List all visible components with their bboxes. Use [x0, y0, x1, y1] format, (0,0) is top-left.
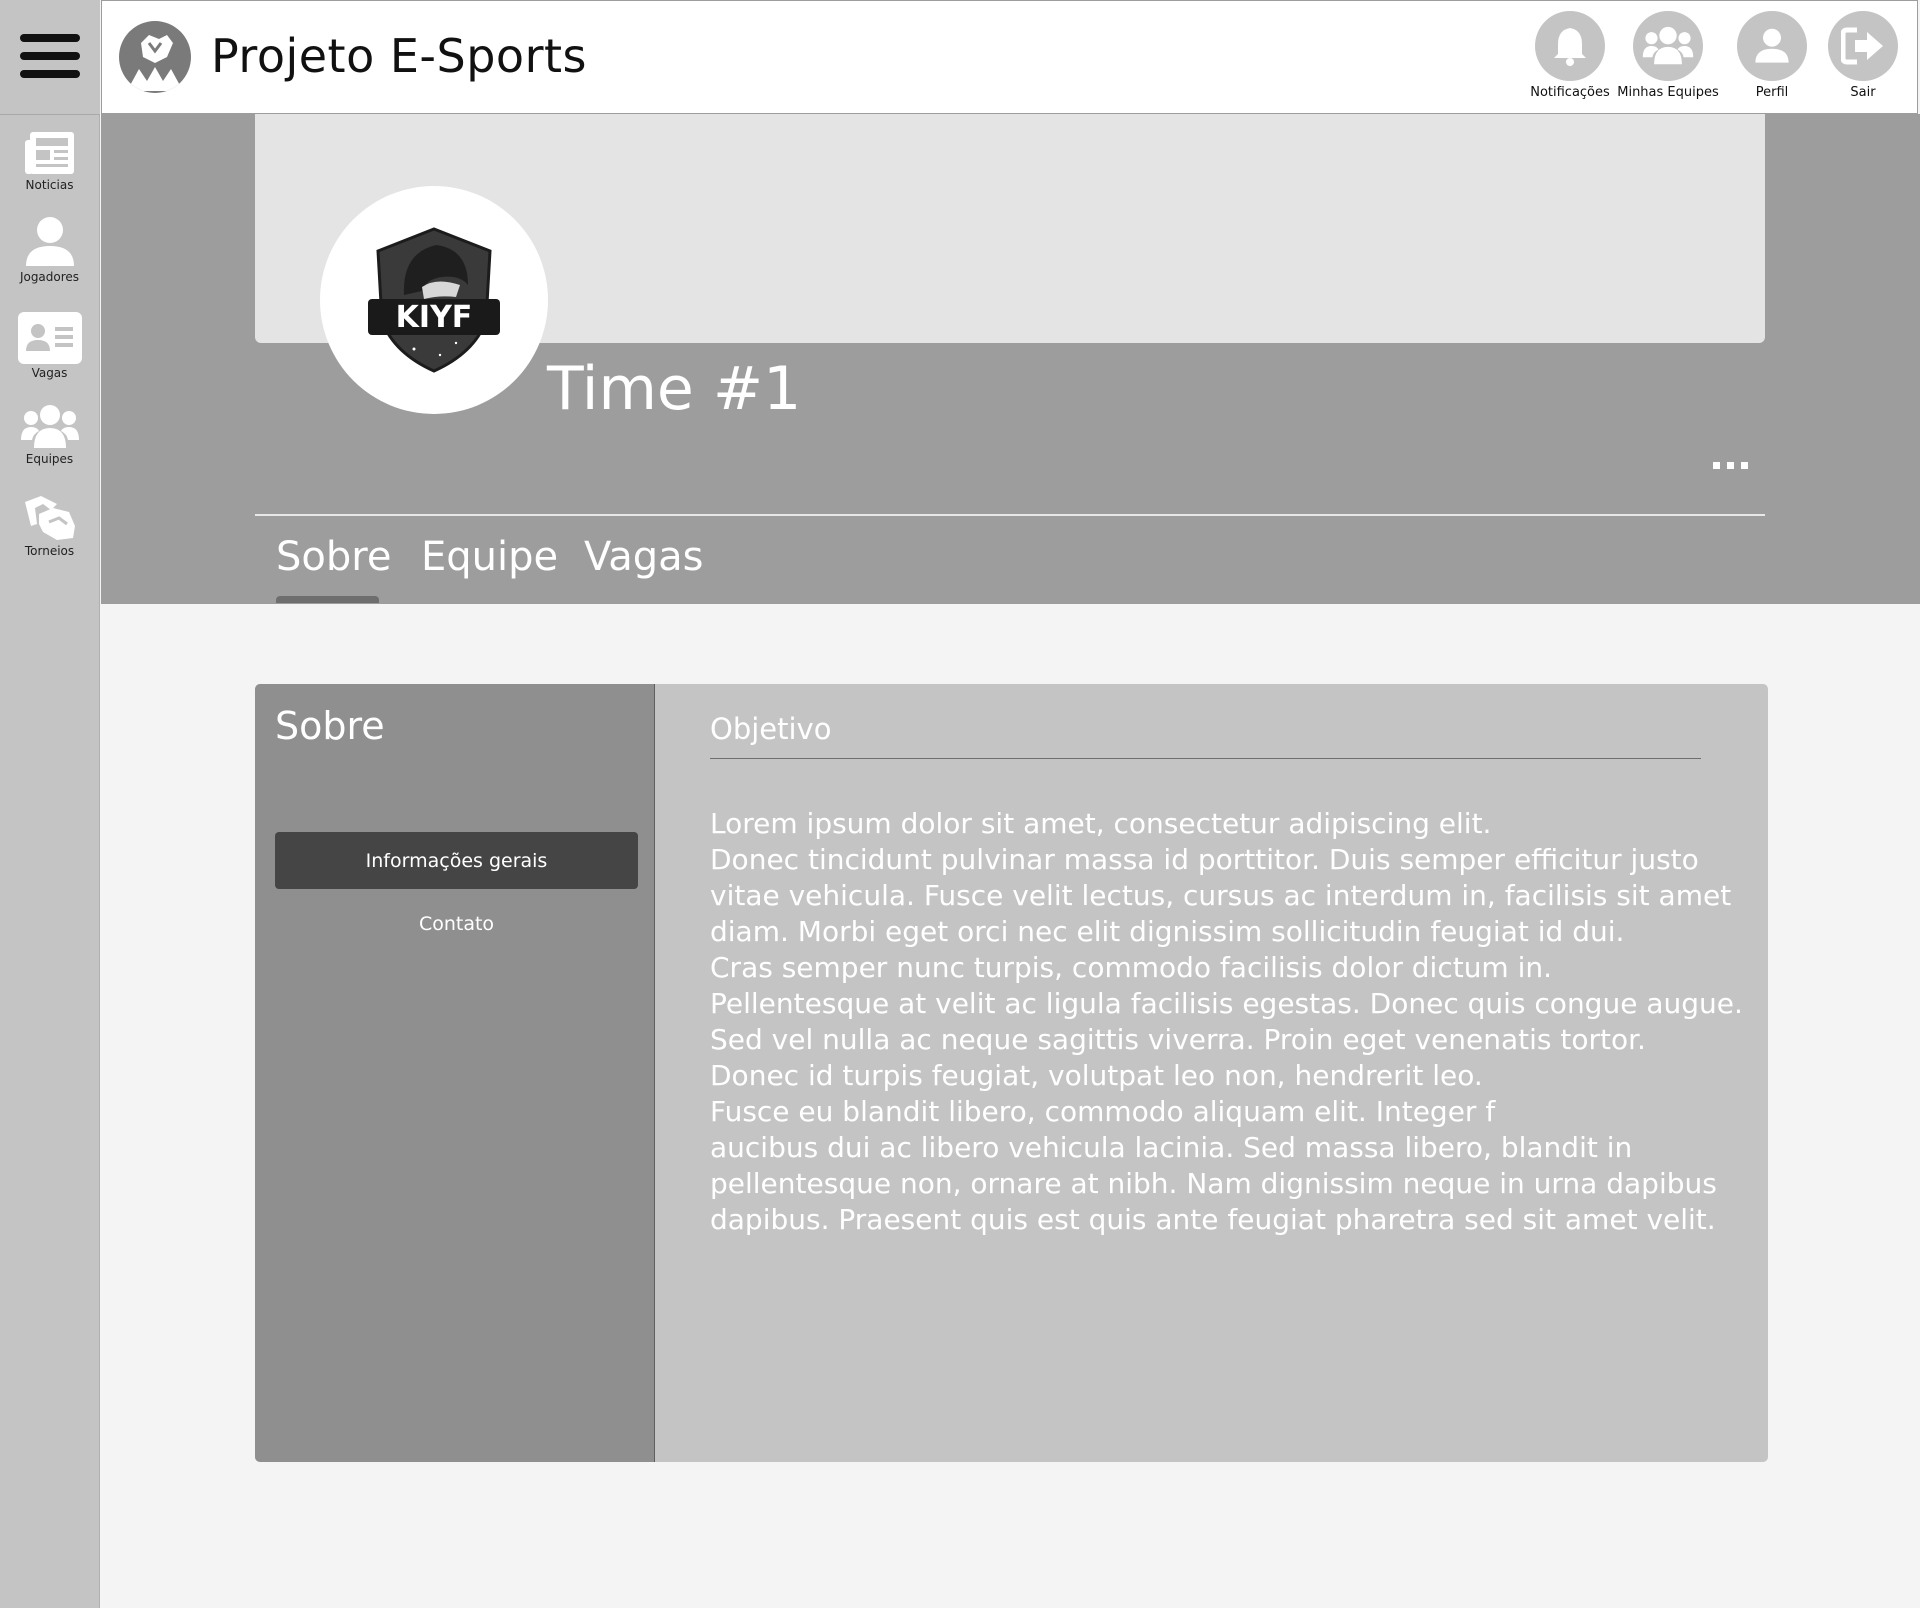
- notifications-label: Notificações: [1530, 85, 1610, 100]
- text-line: Donec tincidunt pulvinar massa id portti…: [710, 843, 1699, 876]
- text-line: Sed vel nulla ac neque sagittis viverra.…: [710, 1023, 1646, 1056]
- users-icon: [20, 405, 79, 448]
- my-teams-button[interactable]: Minhas Equipes: [1613, 11, 1723, 100]
- bell-icon: [1554, 28, 1586, 66]
- text-line: Lorem ipsum dolor sit amet, consectetur …: [710, 807, 1492, 840]
- profile-button[interactable]: Perfil: [1720, 11, 1824, 100]
- app-title: Projeto E-Sports: [211, 29, 587, 83]
- sidebar: Noticias Jogadores Vagas Equipes Torneio…: [0, 0, 100, 1608]
- tabs-divider: [255, 514, 1765, 516]
- team-logo-text: KIYF: [396, 300, 473, 335]
- text-line: Pellentesque at velit ac ligula facilisi…: [710, 987, 1743, 1020]
- tab-vagas[interactable]: Vagas: [584, 534, 704, 580]
- menu-toggle-area: [0, 0, 100, 115]
- sidebar-label-equipes: Equipes: [25, 452, 74, 466]
- sidebar-item-noticias[interactable]: Noticias: [0, 130, 99, 192]
- about-menu-panel: Sobre Informações gerais Contato: [255, 684, 655, 1462]
- sidebar-item-vagas[interactable]: Vagas: [0, 312, 99, 380]
- sidebar-item-vagas-highlight: [17, 312, 82, 364]
- team-avatar[interactable]: KIYF: [320, 186, 548, 414]
- id-card-icon: [25, 324, 73, 351]
- tab-sobre[interactable]: Sobre: [276, 534, 391, 580]
- tab-equipe[interactable]: Equipe: [421, 534, 558, 580]
- sidebar-label-torneios: Torneios: [24, 544, 75, 558]
- app-logo-icon[interactable]: [119, 21, 191, 93]
- sign-out-icon: [1841, 27, 1883, 65]
- text-line: diam. Morbi eget orci nec elit dignissim…: [710, 915, 1625, 948]
- arm-wrestling-logo-icon: [127, 35, 183, 91]
- menu-item-contato[interactable]: Contato: [275, 902, 638, 946]
- sidebar-item-torneios[interactable]: Torneios: [0, 494, 99, 558]
- newspaper-icon: [24, 132, 74, 174]
- text-line: pellentesque non, ornare at nibh. Nam di…: [710, 1167, 1717, 1200]
- team-logo-icon: KIYF: [368, 227, 500, 373]
- text-line: Cras semper nunc turpis, commodo facilis…: [710, 951, 1553, 984]
- user-icon: [1755, 28, 1789, 63]
- text-line: Donec id turpis feugiat, volutpat leo no…: [710, 1059, 1483, 1092]
- menu-item-informacoes-gerais[interactable]: Informações gerais: [275, 832, 638, 889]
- about-panel-title: Sobre: [275, 704, 385, 748]
- text-line: dapibus. Praesent quis est quis ante feu…: [710, 1203, 1716, 1236]
- handshake-icon: [24, 496, 75, 540]
- more-options-icon[interactable]: [1713, 450, 1763, 480]
- users-icon: [1642, 26, 1694, 65]
- top-header: Projeto E-Sports Notificações Minhas Equ…: [101, 0, 1918, 114]
- sidebar-label-noticias: Noticias: [25, 178, 74, 192]
- sidebar-item-equipes[interactable]: Equipes: [0, 404, 99, 466]
- hamburger-menu-icon[interactable]: [20, 34, 80, 78]
- text-line: Fusce eu blandit libero, commodo aliquam…: [710, 1095, 1496, 1128]
- text-line: aucibus dui ac libero vehicula lacinia. …: [710, 1131, 1633, 1164]
- active-tab-indicator: [276, 596, 379, 603]
- about-card: Sobre Informações gerais Contato Objetiv…: [255, 684, 1768, 1462]
- team-name: Time #1: [547, 354, 802, 424]
- user-icon: [25, 217, 74, 266]
- sidebar-label-jogadores: Jogadores: [19, 270, 80, 284]
- logout-label: Sair: [1850, 85, 1876, 100]
- team-profile-header: KIYF Time #1 Sobre Equipe Vagas: [101, 114, 1920, 604]
- objective-text: Lorem ipsum dolor sit amet, consectetur …: [710, 806, 1743, 1238]
- sidebar-item-jogadores[interactable]: Jogadores: [0, 216, 99, 284]
- sidebar-label-vagas: Vagas: [31, 366, 68, 380]
- section-divider: [710, 758, 1701, 759]
- section-title-objetivo: Objetivo: [710, 712, 832, 746]
- my-teams-label: Minhas Equipes: [1617, 85, 1719, 100]
- notifications-button[interactable]: Notificações: [1515, 11, 1625, 100]
- logout-button[interactable]: Sair: [1818, 11, 1908, 100]
- text-line: vitae vehicula. Fusce velit lectus, curs…: [710, 879, 1732, 912]
- profile-label: Perfil: [1755, 85, 1789, 100]
